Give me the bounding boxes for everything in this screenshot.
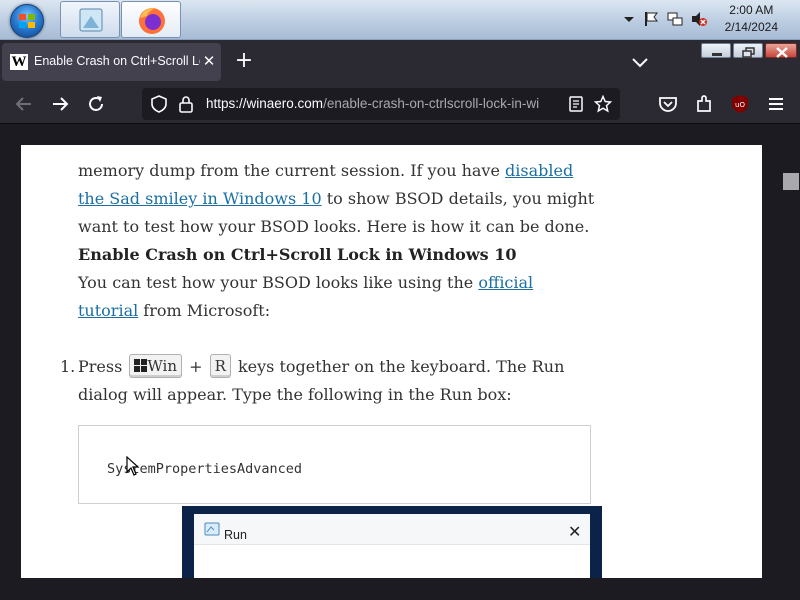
lock-icon[interactable] — [178, 95, 194, 113]
run-dialog-screenshot: Run ✕ — [182, 506, 602, 578]
ublock-origin-icon[interactable]: uO — [729, 93, 751, 115]
minimize-icon — [712, 53, 722, 56]
restore-icon — [742, 47, 755, 58]
list-all-tabs-chevron-icon[interactable] — [628, 52, 652, 72]
system-tray: 2:00 AM 2/14/2024 — [615, 0, 800, 40]
code-block: SystemPropertiesAdvanced — [78, 425, 591, 504]
window-restore-button[interactable] — [733, 43, 763, 58]
article-body: memory dump from the current session. If… — [60, 145, 602, 578]
tracking-protection-shield-icon[interactable] — [150, 95, 168, 113]
url-host: https://winaero.com — [206, 96, 324, 111]
page-viewport: memory dump from the current session. If… — [0, 125, 800, 600]
browser-navigation-bar: https://winaero.com/enable-crash-on-ctrl… — [0, 84, 800, 124]
taskbar-photo-viewer-button[interactable] — [60, 1, 120, 38]
svg-text:uO: uO — [735, 101, 745, 109]
volume-muted-icon[interactable] — [691, 11, 707, 27]
run-dialog: Run ✕ — [194, 514, 590, 578]
browser-tab-active[interactable]: W Enable Crash on Ctrl+Scroll Lock ✕ — [2, 43, 221, 81]
reload-icon[interactable] — [85, 93, 107, 115]
clock-date: 2/14/2024 — [724, 20, 778, 34]
step-text: Press — [78, 357, 128, 376]
flag-icon[interactable] — [643, 11, 659, 27]
step-number: 1. — [60, 357, 76, 376]
new-tab-button[interactable]: + — [232, 50, 256, 74]
extensions-puzzle-icon[interactable] — [693, 93, 715, 115]
reader-view-icon[interactable] — [568, 96, 584, 112]
scrollbar-thumb[interactable] — [783, 173, 799, 190]
tab-title: Enable Crash on Ctrl+Scroll Lock — [34, 54, 200, 68]
tutorial-text-2: from Microsoft: — [138, 301, 271, 320]
close-icon — [776, 47, 788, 58]
intro-text: memory dump from the current session. If… — [78, 161, 506, 180]
mouse-cursor-icon — [126, 456, 140, 476]
forward-arrow-icon[interactable] — [49, 93, 71, 115]
plus-sign: + — [184, 357, 208, 376]
run-dialog-close-icon: ✕ — [568, 522, 582, 541]
intro-paragraph: memory dump from the current session. If… — [78, 145, 598, 241]
article-content: memory dump from the current session. If… — [21, 145, 762, 578]
step-1: 1. Press Win + R keys together on the ke… — [60, 353, 598, 409]
windows-logo-icon — [134, 359, 148, 372]
clock-time: 2:00 AM — [729, 3, 774, 17]
win-key: Win — [129, 354, 183, 378]
tab-close-button[interactable]: ✕ — [202, 53, 216, 69]
steps-list: 1. Press Win + R keys together on the ke… — [60, 353, 598, 409]
back-arrow-icon[interactable] — [13, 93, 35, 115]
url-path: /enable-crash-on-ctrlscroll-lock-in-wi — [323, 96, 540, 111]
tutorial-paragraph: You can test how your BSOD looks like us… — [78, 269, 598, 325]
section-heading: Enable Crash on Ctrl+Scroll Lock in Wind… — [78, 245, 517, 264]
page-scrollbar[interactable] — [781, 125, 800, 600]
url-text: https://winaero.com/enable-crash-on-ctrl… — [206, 96, 560, 111]
start-button[interactable] — [4, 2, 48, 38]
firefox-icon — [139, 7, 165, 34]
photo-viewer-icon — [79, 8, 103, 32]
run-dialog-body — [194, 544, 590, 578]
run-icon — [204, 522, 220, 536]
url-bar[interactable]: https://winaero.com/enable-crash-on-ctrl… — [142, 88, 620, 120]
bookmark-star-icon[interactable] — [594, 95, 612, 113]
r-key: R — [209, 354, 231, 378]
windows-taskbar: 2:00 AM 2/14/2024 — [0, 0, 800, 40]
window-minimize-button[interactable] — [701, 43, 731, 58]
tutorial-text: You can test how your BSOD looks like us… — [78, 273, 479, 292]
win-key-label: Win — [147, 357, 178, 375]
taskbar-clock[interactable]: 2:00 AM 2/14/2024 — [725, 2, 778, 36]
windows-flag-icon — [19, 14, 35, 28]
hamburger-menu-icon[interactable] — [765, 93, 787, 115]
chevron-up-icon[interactable] — [621, 11, 637, 27]
window-close-button[interactable] — [765, 43, 797, 58]
browser-tab-strip: W Enable Crash on Ctrl+Scroll Lock ✕ + — [0, 40, 800, 84]
taskbar-firefox-button[interactable] — [121, 1, 181, 38]
winaero-favicon-icon: W — [10, 54, 28, 70]
network-icon[interactable] — [667, 11, 683, 27]
pocket-icon[interactable] — [657, 93, 679, 115]
